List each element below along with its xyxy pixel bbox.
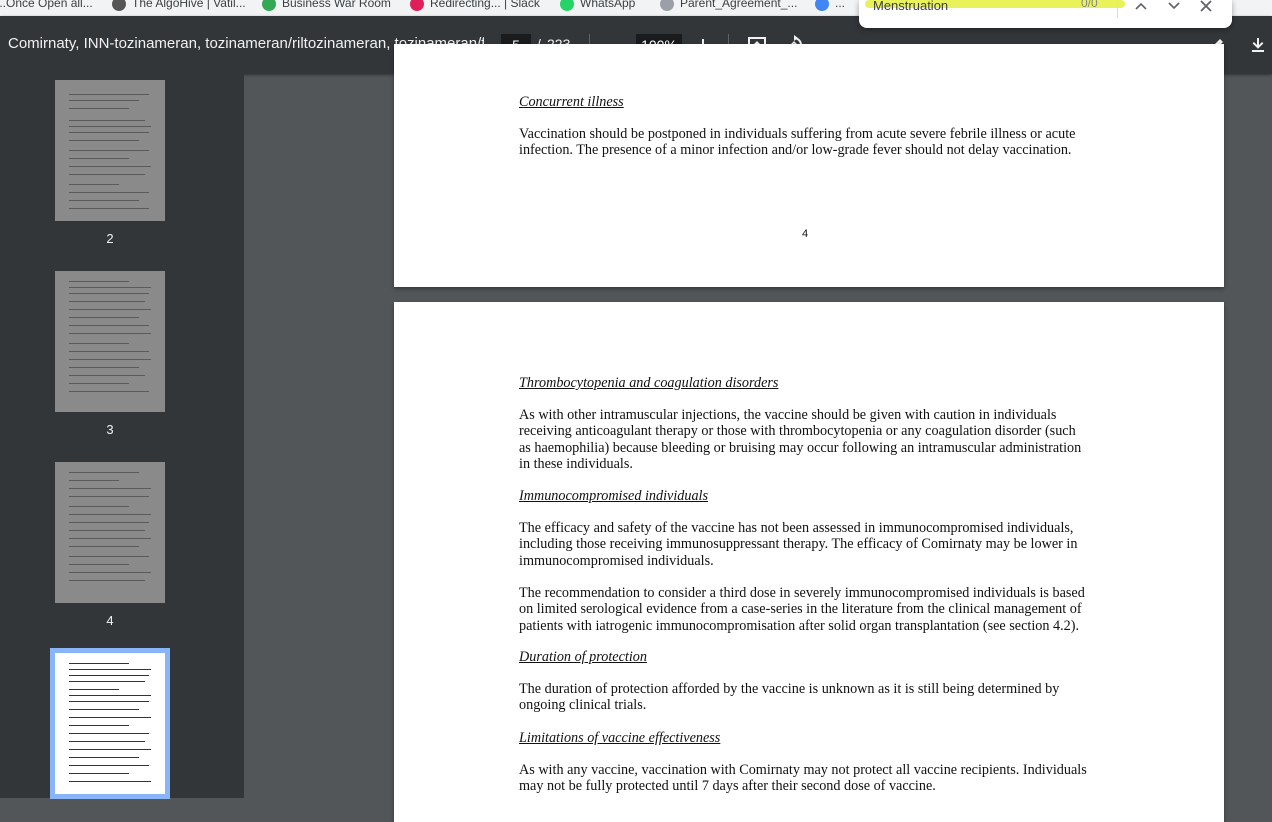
paragraph: The duration of protection afforded by t… — [519, 681, 1060, 714]
bookmark-item[interactable]: WhatsApp — [560, 0, 635, 11]
find-input[interactable] — [871, 0, 1115, 16]
download-icon — [1252, 38, 1264, 52]
thumbnail-label: 3 — [106, 422, 114, 437]
thumbnail-label: 4 — [106, 613, 114, 628]
thumbnail-label: 2 — [106, 231, 114, 246]
find-match-count: 0/0 — [1081, 0, 1098, 10]
bookmark-item[interactable]: Business War Room — [262, 0, 391, 11]
paragraph: The efficacy and safety of the vaccine h… — [519, 520, 1078, 569]
bookmark-icon — [660, 0, 674, 11]
section-heading: Concurrent illness — [519, 94, 624, 110]
paragraph: As with any vaccine, vaccination with Co… — [519, 762, 1087, 795]
bookmark-item[interactable]: The AlgoHive | Vatil... — [112, 0, 246, 11]
slack-icon — [410, 0, 424, 11]
location-icon — [815, 0, 829, 11]
page-thumbnail[interactable] — [55, 271, 165, 412]
find-next-button[interactable] — [1164, 0, 1184, 16]
section-heading: Limitations of vaccine effectiveness — [519, 730, 721, 746]
chevron-up-icon — [1135, 2, 1147, 10]
page-thumbnail[interactable] — [55, 80, 165, 221]
section-heading: Duration of protection — [519, 649, 647, 665]
bookmark-item[interactable]: ... — [815, 0, 845, 11]
find-previous-button[interactable] — [1131, 0, 1151, 16]
find-bar: 0/0 — [859, 0, 1232, 28]
paragraph: The recommendation to consider a third d… — [519, 585, 1085, 634]
page-number-label: 4 — [802, 228, 809, 240]
section-heading: Immunocompromised individuals — [519, 488, 709, 504]
bookmark-icon — [112, 0, 126, 11]
thumbnail-sidebar[interactable]: 2 3 4 — [0, 74, 244, 799]
bookmark-item[interactable]: Redirecting... | Slack — [410, 0, 540, 11]
pdf-page: Thrombocytopenia and coagulation disorde… — [394, 302, 1224, 822]
page-thumbnail-selected[interactable] — [50, 648, 170, 799]
pdf-page: Concurrent illness Vaccination should be… — [394, 44, 1224, 287]
bookmark-icon — [262, 0, 276, 11]
find-divider — [1117, 0, 1118, 18]
find-close-button[interactable] — [1196, 0, 1216, 16]
section-heading: Thrombocytopenia and coagulation disorde… — [519, 375, 779, 391]
close-icon — [1200, 0, 1212, 12]
paragraph: As with other intramuscular injections, … — [519, 407, 1082, 472]
bookmark-item[interactable]: Parent_Agreement_... — [660, 0, 797, 11]
download-button[interactable] — [1245, 32, 1271, 58]
paragraph: Vaccination should be postponed in indiv… — [519, 126, 1076, 159]
bookmark-item[interactable]: ...Once Open all... — [0, 0, 93, 11]
page-thumbnail[interactable] — [55, 462, 165, 603]
chevron-down-icon — [1168, 2, 1180, 10]
whatsapp-icon — [560, 0, 574, 11]
